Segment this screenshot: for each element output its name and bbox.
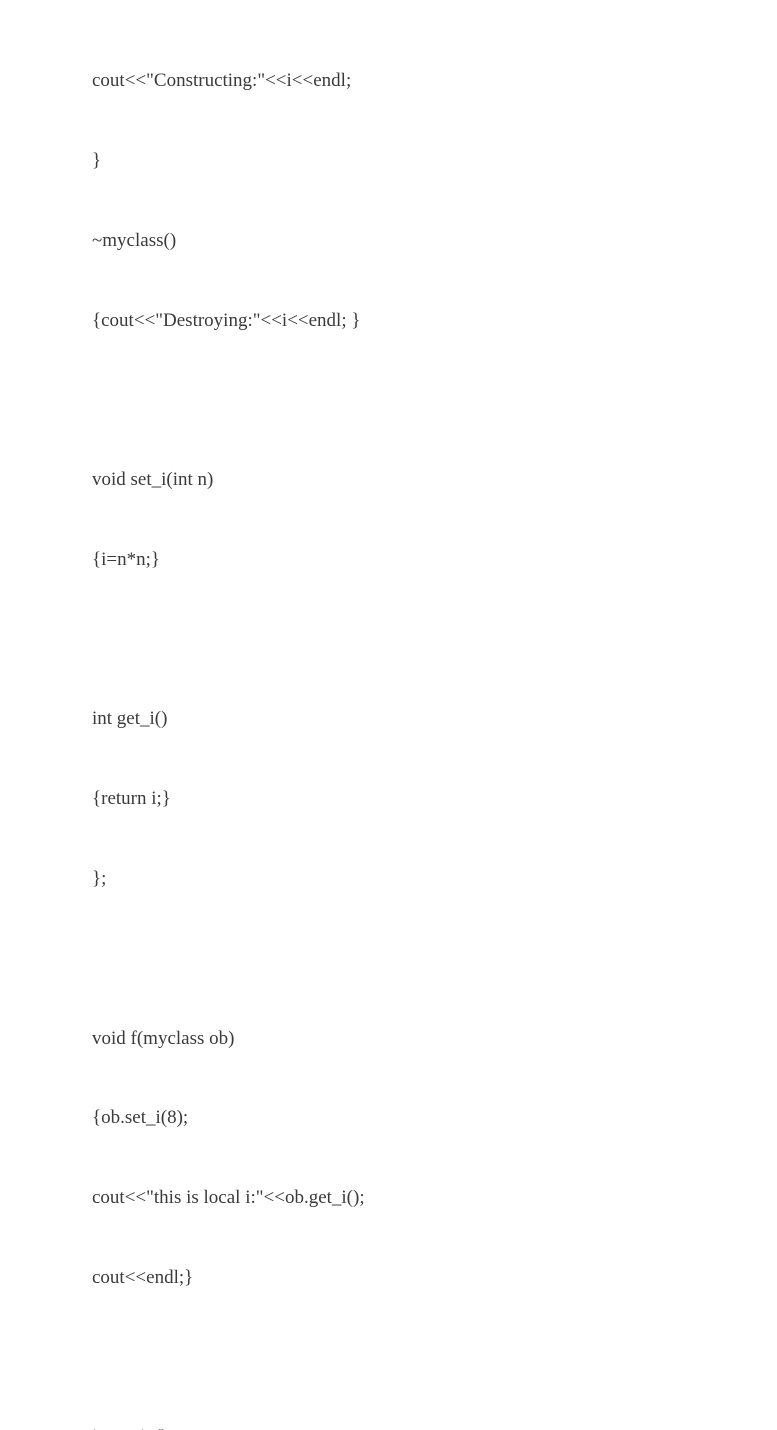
code-line: cout<<"this is local i:"<<ob.get_i(); bbox=[92, 1185, 777, 1212]
code-line bbox=[92, 1345, 777, 1372]
code-line: cout<<endl;} bbox=[92, 1265, 777, 1292]
code-line: {ob.set_i(8); bbox=[92, 1105, 777, 1132]
code-line bbox=[92, 387, 777, 414]
code-line: int main() bbox=[92, 1424, 777, 1430]
code-line: {cout<<"Destroying:"<<i<<endl; } bbox=[92, 308, 777, 335]
code-line: cout<<"Constructing:"<<i<<endl; bbox=[92, 68, 777, 95]
code-line: void f(myclass ob) bbox=[92, 1026, 777, 1053]
code-line: } bbox=[92, 148, 777, 175]
code-line: ~myclass() bbox=[92, 228, 777, 255]
code-line: {return i;} bbox=[92, 786, 777, 813]
code-line bbox=[92, 627, 777, 654]
code-line: {i=n*n;} bbox=[92, 547, 777, 574]
code-line: }; bbox=[92, 866, 777, 893]
code-line bbox=[92, 946, 777, 973]
code-line: void set_i(int n) bbox=[92, 467, 777, 494]
code-block: cout<<"Constructing:"<<i<<endl; } ~mycla… bbox=[0, 0, 777, 1430]
code-line: int get_i() bbox=[92, 706, 777, 733]
